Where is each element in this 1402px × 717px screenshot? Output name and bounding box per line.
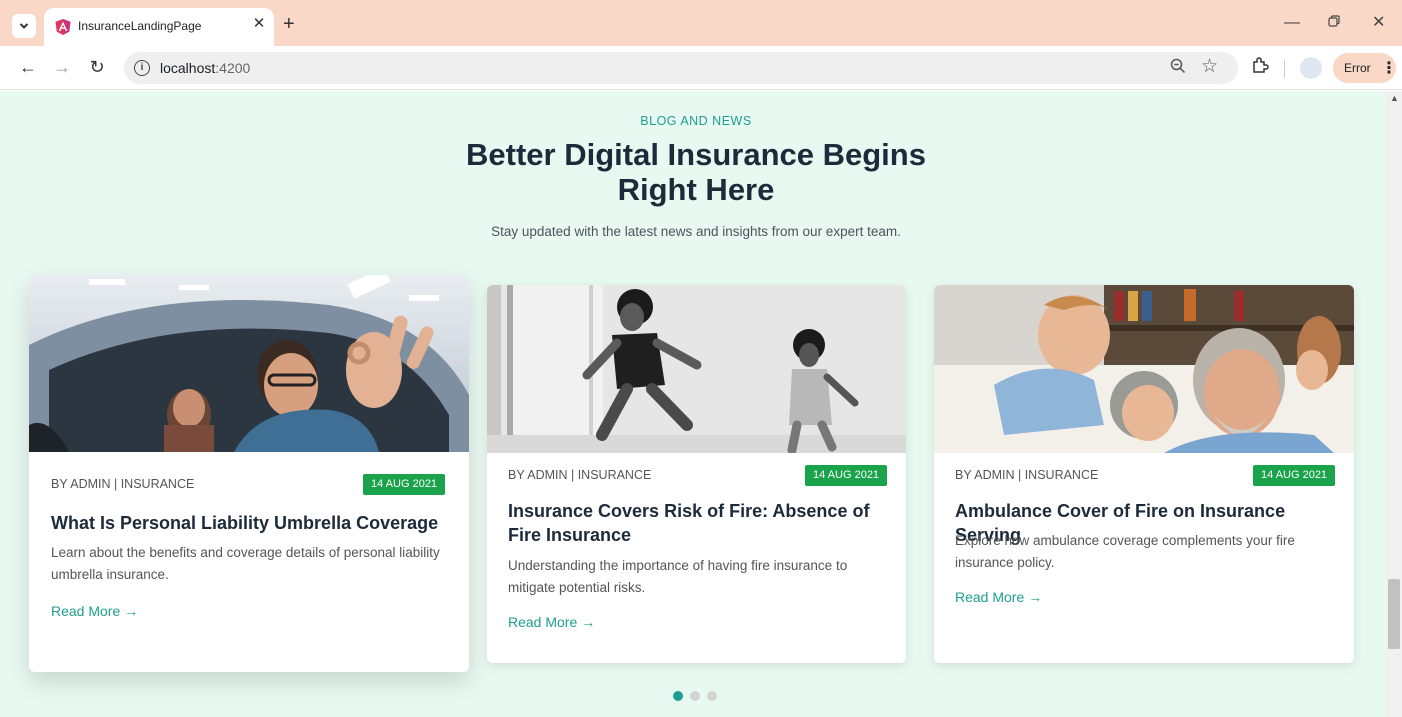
- read-more-link[interactable]: Read More →: [51, 603, 138, 619]
- card-image-children: [487, 285, 906, 453]
- card-description: Understanding the importance of having f…: [508, 558, 848, 595]
- angular-logo-icon: [55, 19, 71, 35]
- profile-avatar[interactable]: [1300, 57, 1322, 79]
- profile-error-button[interactable]: Error ⋮: [1333, 53, 1397, 83]
- read-more-link[interactable]: Read More →: [508, 614, 595, 630]
- blog-card-2[interactable]: BY ADMIN | INSURANCE 14 AUG 2021 Insuran…: [487, 285, 906, 663]
- blog-news-section: BLOG AND NEWS Better Digital Insurance B…: [0, 91, 1386, 717]
- blog-card-3[interactable]: BY ADMIN | INSURANCE 14 AUG 2021 Ambulan…: [934, 285, 1354, 663]
- read-more-label: Read More: [51, 603, 121, 619]
- date-badge: 14 AUG 2021: [1253, 465, 1336, 486]
- restore-window-icon[interactable]: [1328, 14, 1340, 32]
- url-text[interactable]: localhost:4200: [160, 60, 250, 76]
- section-subtext: Stay updated with the latest news and in…: [491, 224, 901, 239]
- section-eyebrow: BLOG AND NEWS: [640, 114, 752, 128]
- read-more-link[interactable]: Read More →: [955, 589, 1042, 605]
- read-more-label: Read More: [508, 614, 578, 630]
- card-title[interactable]: What Is Personal Liability Umbrella Cove…: [51, 511, 461, 535]
- date-badge: 14 AUG 2021: [363, 474, 446, 495]
- zoom-icon[interactable]: [1170, 58, 1186, 79]
- scroll-up-arrow-icon[interactable]: ▲: [1390, 93, 1399, 103]
- more-vert-icon: ⋮: [1381, 60, 1397, 77]
- extensions-icon[interactable]: [1249, 56, 1271, 78]
- browser-tab[interactable]: InsuranceLandingPage ✕: [44, 8, 274, 46]
- new-tab-button[interactable]: +: [283, 14, 295, 34]
- close-tab-icon[interactable]: ✕: [251, 16, 267, 32]
- url-port: :4200: [215, 60, 251, 76]
- url-host: localhost: [160, 60, 216, 76]
- back-icon[interactable]: ←: [17, 56, 39, 78]
- read-more-label: Read More: [955, 589, 1025, 605]
- card-image-family: [934, 285, 1354, 453]
- card-meta: BY ADMIN | INSURANCE: [955, 468, 1099, 482]
- site-info-icon[interactable]: i: [134, 60, 150, 76]
- card-image-car: [29, 275, 469, 452]
- address-bar[interactable]: i localhost:4200 ☆: [124, 52, 1238, 84]
- toolbar-divider: [1284, 60, 1285, 78]
- carousel-dot-2[interactable]: [690, 691, 700, 701]
- close-window-icon[interactable]: ✕: [1372, 14, 1385, 32]
- arrow-right-icon: →: [124, 603, 139, 619]
- tab-title: InsuranceLandingPage: [78, 19, 202, 33]
- heading-line-2: Right Here: [617, 172, 775, 207]
- chevron-down-icon: [19, 23, 29, 29]
- minimize-window-icon[interactable]: —: [1284, 14, 1300, 32]
- scroll-thumb[interactable]: [1388, 579, 1400, 649]
- arrow-right-icon: →: [581, 614, 596, 630]
- carousel-dot-3[interactable]: [707, 691, 717, 701]
- heading-line-1: Better Digital Insurance Begins: [466, 137, 926, 172]
- blog-card-1[interactable]: BY ADMIN | INSURANCE 14 AUG 2021 What Is…: [29, 275, 469, 672]
- carousel-dot-1[interactable]: [673, 691, 683, 701]
- card-meta: BY ADMIN | INSURANCE: [51, 477, 195, 491]
- bookmark-star-icon[interactable]: ☆: [1201, 55, 1218, 78]
- error-label: Error: [1344, 61, 1371, 75]
- browser-tabstrip: InsuranceLandingPage ✕ + — ✕: [0, 0, 1402, 46]
- card-description: Explore how ambulance coverage complemen…: [955, 533, 1295, 570]
- tab-search-button[interactable]: [12, 14, 36, 38]
- reload-icon[interactable]: ↻: [86, 56, 108, 78]
- card-meta: BY ADMIN | INSURANCE: [508, 468, 652, 482]
- forward-icon[interactable]: →: [51, 56, 73, 78]
- arrow-right-icon: →: [1028, 589, 1043, 605]
- card-description: Learn about the benefits and coverage de…: [51, 545, 440, 582]
- section-heading: Better Digital Insurance Begins Right He…: [0, 137, 1386, 207]
- date-badge: 14 AUG 2021: [805, 465, 888, 486]
- browser-toolbar: ← → ↻ i localhost:4200 ☆ Error ⋮: [0, 46, 1402, 90]
- card-title[interactable]: Insurance Covers Risk of Fire: Absence o…: [508, 499, 893, 547]
- page-scrollbar[interactable]: ▲: [1386, 91, 1402, 717]
